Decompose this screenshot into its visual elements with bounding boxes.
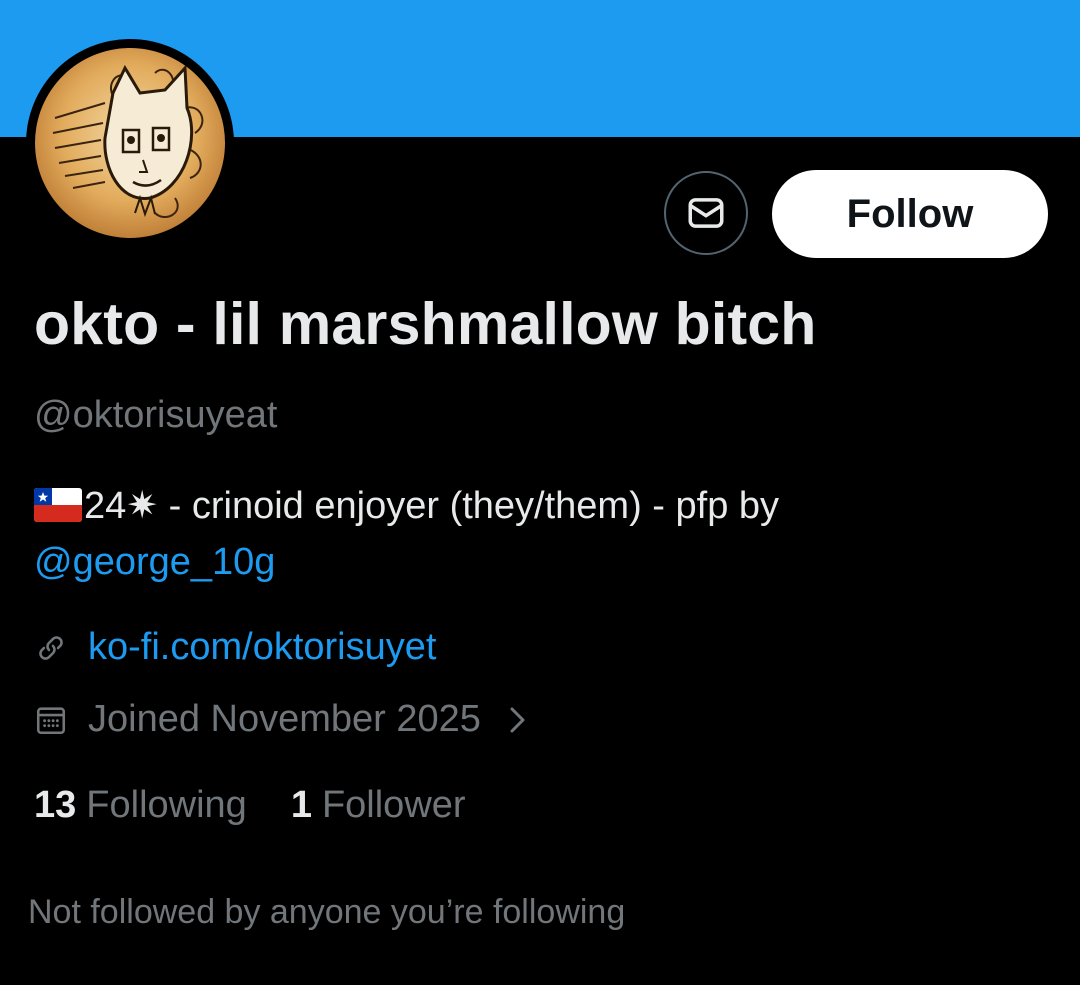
mutual-followers-note: Not followed by anyone you’re following <box>28 893 626 931</box>
calendar-icon <box>34 703 68 737</box>
followers-stat[interactable]: 1 Follower <box>291 784 466 827</box>
joined-row[interactable]: Joined November 2025 <box>34 698 529 741</box>
username-handle: @oktorisuyeat <box>34 394 278 436</box>
avatar-image <box>35 48 225 238</box>
following-stat[interactable]: 13 Following <box>34 784 247 827</box>
followers-count: 1 <box>290 784 312 826</box>
bio-mention-link[interactable]: @george_10g <box>34 541 275 583</box>
website-row: ko-fi.com/oktorisuyet <box>34 626 436 669</box>
website-link[interactable]: ko-fi.com/oktorisuyet <box>88 626 436 669</box>
follow-stats: 13 Following 1 Follower <box>34 784 510 827</box>
envelope-icon <box>685 192 727 234</box>
display-name: okto - lil marshmallow bitch <box>34 291 817 357</box>
joined-date: Joined November 2025 <box>88 698 481 740</box>
bio-text: 24✷ - crinoid enjoyer (they/them) - pfp … <box>84 485 780 527</box>
chevron-right-icon <box>507 705 529 735</box>
profile-bio: 24✷ - crinoid enjoyer (they/them) - pfp … <box>34 478 1044 590</box>
chile-flag-icon <box>34 482 82 522</box>
following-label: Following <box>86 784 247 826</box>
followers-label: Follower <box>321 784 466 826</box>
following-count: 13 <box>34 784 77 826</box>
message-button[interactable] <box>664 171 748 255</box>
follow-button[interactable]: Follow <box>772 170 1048 258</box>
avatar[interactable] <box>26 39 234 247</box>
link-icon <box>34 631 68 665</box>
